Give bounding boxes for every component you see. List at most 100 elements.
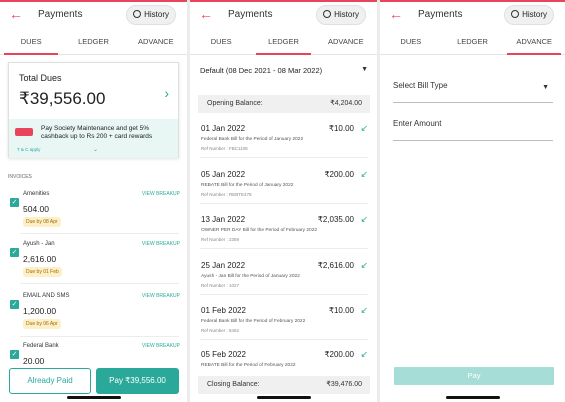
- bill-type-placeholder: Select Bill Type: [393, 81, 448, 90]
- home-indicator: [256, 396, 311, 399]
- bill-item[interactable]: ✓ Amenities 504.00 Due by 08 Apr VIEW BR…: [8, 188, 180, 238]
- amount-input[interactable]: Enter Amount: [393, 119, 553, 141]
- entry-date: 01 Jan 2022: [201, 124, 246, 133]
- divider: [200, 294, 368, 295]
- tab-advance[interactable]: ADVANCE: [315, 31, 377, 54]
- tab-bar: DUES LEDGER ADVANCE: [190, 31, 377, 55]
- view-breakup-link[interactable]: VIEW BREAKUP: [142, 191, 180, 197]
- entry-ref: Ref Number : 8462: [201, 328, 240, 333]
- bill-name: Amenities: [23, 191, 50, 197]
- invoices-label: INVOICES: [8, 174, 32, 180]
- date-range-value: Default (08 Dec 2021 - 08 Mar 2022): [200, 66, 323, 75]
- bill-amount: 2,616.00: [23, 254, 57, 264]
- entry-amount: ₹10.00: [328, 124, 354, 133]
- tab-bar: DUES LEDGER ADVANCE: [0, 31, 187, 55]
- divider: [200, 157, 368, 158]
- entry-date: 01 Feb 2022: [201, 306, 246, 315]
- checkbox-checked-icon[interactable]: ✓: [10, 350, 19, 359]
- caret-down-icon: ▼: [542, 84, 549, 91]
- back-arrow-icon[interactable]: ←: [9, 7, 23, 21]
- view-breakup-link[interactable]: VIEW BREAKUP: [142, 343, 180, 349]
- total-dues-card[interactable]: Total Dues ₹39,556.00 › Pay Society Main…: [8, 62, 179, 158]
- history-label: History: [334, 10, 359, 19]
- chevron-right-icon[interactable]: ›: [164, 85, 169, 101]
- tab-ledger[interactable]: LEDGER: [62, 31, 124, 54]
- history-label: History: [522, 10, 547, 19]
- entry-date: 13 Jan 2022: [201, 215, 246, 224]
- history-button[interactable]: History: [316, 5, 366, 25]
- chevron-down-icon[interactable]: ⌄: [93, 146, 98, 153]
- history-button[interactable]: History: [504, 5, 554, 25]
- tab-ledger[interactable]: LEDGER: [442, 31, 504, 54]
- tab-dues[interactable]: DUES: [0, 31, 62, 55]
- entry-description: REBATE Bill for the Period of January 20…: [201, 183, 294, 188]
- entry-date: 05 Feb 2022: [201, 350, 246, 359]
- bill-name: Ayush - Jan: [23, 241, 55, 247]
- cashback-promo-banner[interactable]: Pay Society Maintenance and get 5% cashb…: [9, 119, 178, 158]
- pay-advance-button[interactable]: Pay: [394, 367, 554, 385]
- promo-text: Pay Society Maintenance and get 5% cashb…: [41, 125, 153, 140]
- already-paid-button[interactable]: Already Paid: [9, 368, 91, 394]
- entry-description: OWNER PER DAY Bill for the Period of Feb…: [201, 228, 318, 233]
- bill-type-select[interactable]: Select Bill Type ▼: [393, 81, 553, 103]
- opening-balance-label: Opening Balance:: [207, 100, 263, 107]
- divider: [20, 283, 179, 284]
- entry-date: 25 Jan 2022: [201, 261, 246, 270]
- bill-item[interactable]: ✓ EMAIL AND SMS 1,200.00 Due by 06 Apr V…: [8, 290, 180, 340]
- tab-dues[interactable]: DUES: [380, 31, 442, 54]
- page-title: Payments: [418, 9, 463, 20]
- checkbox-checked-icon[interactable]: ✓: [10, 198, 19, 207]
- pay-dues-button[interactable]: Pay ₹39,556.00: [96, 368, 179, 394]
- amount-placeholder: Enter Amount: [393, 119, 442, 128]
- bill-amount: 1,200.00: [23, 306, 57, 316]
- app-header: ← Payments History: [190, 2, 377, 30]
- checkbox-checked-icon[interactable]: ✓: [10, 300, 19, 309]
- divider: [200, 339, 368, 340]
- back-arrow-icon[interactable]: ←: [199, 7, 213, 21]
- checkbox-checked-icon[interactable]: ✓: [10, 248, 19, 257]
- ledger-entry[interactable]: 01 Feb 2022 ₹10.00 ↙ Federal Bank Bill f…: [200, 305, 368, 352]
- divider: [200, 248, 368, 249]
- ledger-entry[interactable]: 05 Jan 2022 ₹200.00 ↙ REBATE Bill for th…: [200, 169, 368, 216]
- page-title: Payments: [228, 9, 273, 20]
- bill-amount: 504.00: [23, 204, 49, 214]
- entry-amount: ₹2,616.00: [317, 261, 354, 270]
- back-arrow-icon[interactable]: ←: [389, 7, 403, 21]
- due-date-badge: Due by 08 Apr: [23, 217, 61, 227]
- entry-description: Federal Bank Bill for the Period of Janu…: [201, 137, 304, 142]
- history-button[interactable]: History: [126, 5, 176, 25]
- total-dues-amount: ₹39,556.00: [19, 89, 106, 108]
- view-breakup-link[interactable]: VIEW BREAKUP: [142, 293, 180, 299]
- opening-balance-row: Opening Balance: ₹4,204.00: [198, 95, 370, 113]
- arrow-down-left-icon: ↙: [360, 214, 368, 224]
- ledger-entry[interactable]: 01 Jan 2022 ₹10.00 ↙ Federal Bank Bill f…: [200, 123, 368, 170]
- page-title: Payments: [38, 9, 83, 20]
- closing-balance-label: Closing Balance:: [207, 381, 260, 388]
- entry-date: 05 Jan 2022: [201, 170, 246, 179]
- bill-name: EMAIL AND SMS: [23, 293, 70, 299]
- entry-ref: Ref Number : FBC1108: [201, 146, 248, 151]
- ledger-entry[interactable]: 25 Jan 2022 ₹2,616.00 ↙ Ayush - Jan Bill…: [200, 260, 368, 307]
- arrow-down-left-icon: ↙: [360, 260, 368, 270]
- history-label: History: [144, 10, 169, 19]
- arrow-down-left-icon: ↙: [360, 169, 368, 179]
- closing-balance-row: Closing Balance: ₹39,476.00: [198, 376, 370, 394]
- dues-screen: ← Payments History DUES LEDGER ADVANCE T…: [0, 0, 187, 402]
- bill-name: Federal Bank: [23, 343, 59, 349]
- entry-description: Ayush - Jan Bill for the Period of Janua…: [201, 274, 300, 279]
- due-date-badge: Due by 01 Feb: [23, 267, 62, 277]
- caret-down-icon: ▼: [361, 66, 368, 73]
- date-range-select[interactable]: Default (08 Dec 2021 - 08 Mar 2022) ▼: [200, 66, 368, 82]
- opening-balance-amount: ₹4,204.00: [330, 100, 362, 107]
- tab-advance[interactable]: ADVANCE: [503, 31, 565, 55]
- advance-screen: ← Payments History DUES LEDGER ADVANCE S…: [380, 0, 565, 402]
- ledger-entry[interactable]: 13 Jan 2022 ₹2,035.00 ↙ OWNER PER DAY Bi…: [200, 214, 368, 261]
- terms-link[interactable]: T & C apply: [17, 147, 40, 152]
- tab-ledger[interactable]: LEDGER: [252, 31, 314, 55]
- clock-icon: [323, 10, 332, 18]
- tab-advance[interactable]: ADVANCE: [125, 31, 187, 54]
- tab-dues[interactable]: DUES: [190, 31, 252, 54]
- entry-description: REBATE Bill for the Period of February 2…: [201, 363, 296, 368]
- view-breakup-link[interactable]: VIEW BREAKUP: [142, 241, 180, 247]
- bill-item[interactable]: ✓ Ayush - Jan 2,616.00 Due by 01 Feb VIE…: [8, 238, 180, 288]
